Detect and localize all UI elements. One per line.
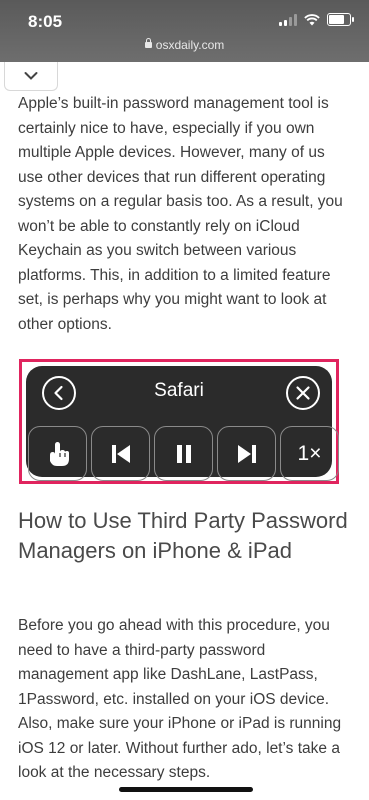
skip-forward-icon (237, 444, 256, 463)
hand-pointer-icon (49, 441, 69, 466)
assistive-touch-panel: Safari 1× (26, 366, 339, 481)
wifi-icon (304, 13, 320, 25)
speed-button[interactable]: 1× (280, 426, 339, 481)
article-paragraph: Before you go ahead with this procedure,… (18, 617, 342, 781)
status-bar: 8:05 osxdaily.com (0, 0, 369, 62)
highlighted-screenshot: Safari 1× (19, 359, 339, 484)
chevron-down-icon (24, 72, 38, 80)
pause-icon (176, 444, 191, 463)
collapse-toggle[interactable] (4, 62, 58, 91)
lock-icon (144, 37, 152, 48)
close-button[interactable] (286, 376, 320, 410)
section-heading: How to Use Third Party Password Managers… (18, 508, 348, 563)
home-indicator[interactable] (119, 787, 253, 792)
cellular-signal-icon (279, 13, 297, 26)
url-text: osxdaily.com (155, 38, 225, 52)
skip-back-button[interactable] (91, 426, 150, 481)
pause-button[interactable] (154, 426, 213, 481)
skip-forward-button[interactable] (217, 426, 276, 481)
skip-back-icon (111, 444, 130, 463)
article-paragraph: Apple’s built-in password management too… (18, 95, 343, 333)
status-icons (279, 13, 354, 26)
close-icon (296, 386, 310, 400)
battery-icon (327, 13, 354, 26)
status-time: 8:05 (28, 12, 63, 31)
address-bar[interactable]: osxdaily.com (0, 37, 369, 52)
control-row: 1× (28, 426, 339, 481)
pointer-button[interactable] (28, 426, 87, 481)
